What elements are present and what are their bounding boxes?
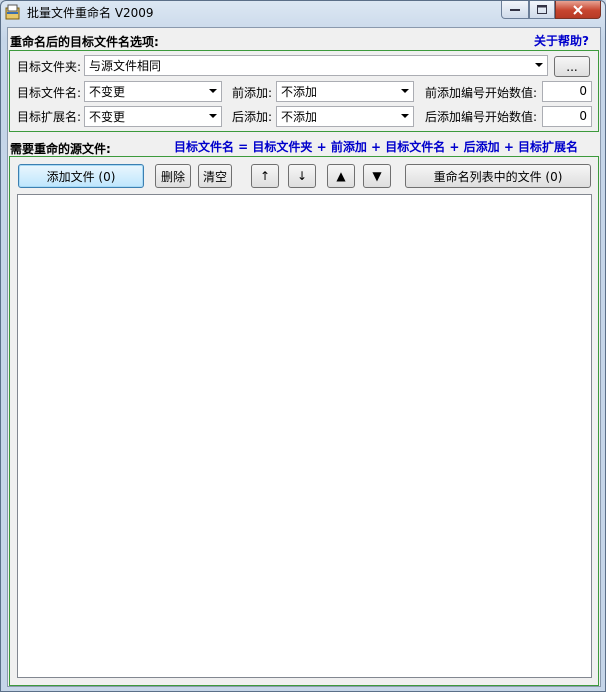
delete-button[interactable]: 删除 [155, 164, 191, 188]
window-title: 批量文件重命名 V2009 [27, 6, 154, 20]
target-folder-label: 目标文件夹: [17, 60, 82, 74]
target-name-value: 不变更 [89, 85, 126, 99]
triangle-up-icon: ▲ [336, 169, 346, 183]
close-icon [573, 4, 583, 15]
prefix-select[interactable]: 不添加 [276, 81, 414, 102]
client-area: 重命名后的目标文件名选项: 关于帮助? 目标文件夹: 与源文件相同 ... 目标… [7, 27, 601, 687]
clear-button[interactable]: 清空 [198, 164, 232, 188]
move-bottom-button[interactable]: ▼ [363, 164, 391, 188]
target-ext-select[interactable]: 不变更 [84, 106, 222, 127]
move-top-button[interactable]: ▲ [327, 164, 355, 188]
target-ext-value: 不变更 [89, 110, 126, 124]
suffix-select[interactable]: 不添加 [276, 106, 414, 127]
move-down-button[interactable]: ↓ [288, 164, 316, 188]
suffix-start-label: 后添加编号开始数值: [425, 110, 538, 124]
title-bar[interactable]: 批量文件重命名 V2009 [1, 1, 605, 25]
move-up-button[interactable]: ↑ [251, 164, 279, 188]
source-file-list[interactable] [17, 194, 592, 678]
browse-button-label: ... [566, 59, 578, 74]
target-folder-value: 与源文件相同 [89, 59, 162, 73]
options-group: 目标文件夹: 与源文件相同 ... 目标文件名: 不变更 前添加: 不添加 前添… [9, 50, 599, 132]
suffix-start-input[interactable]: 0 [542, 106, 592, 127]
arrow-down-icon: ↓ [296, 169, 308, 183]
source-group: 添加文件 (0) 删除 清空 ↑ ↓ ▲ ▼ 重命名列表中的文件 (0) [9, 156, 599, 686]
chevron-down-icon [209, 89, 217, 93]
browse-folder-button[interactable]: ... [554, 56, 590, 77]
chevron-down-icon [209, 114, 217, 118]
rename-files-label: 重命名列表中的文件 (0) [433, 169, 563, 184]
suffix-label: 后添加: [232, 110, 273, 124]
arrow-up-icon: ↑ [259, 169, 271, 183]
options-section-label: 重命名后的目标文件名选项: [10, 35, 159, 49]
target-ext-label: 目标扩展名: [17, 110, 82, 124]
target-name-label: 目标文件名: [17, 86, 82, 100]
rename-files-button[interactable]: 重命名列表中的文件 (0) [405, 164, 591, 188]
prefix-start-input[interactable]: 0 [542, 81, 592, 102]
add-files-button[interactable]: 添加文件 (0) [18, 164, 144, 188]
prefix-start-label: 前添加编号开始数值: [425, 86, 538, 100]
rename-formula: 目标文件名 = 目标文件夹 + 前添加 + 目标文件名 + 后添加 + 目标扩展… [174, 140, 579, 154]
prefix-value: 不添加 [281, 85, 318, 99]
help-link[interactable]: 关于帮助? [534, 32, 589, 49]
maximize-button[interactable] [529, 1, 555, 19]
minimize-icon [510, 8, 520, 11]
clear-label: 清空 [202, 169, 227, 184]
delete-label: 删除 [160, 169, 185, 184]
chevron-down-icon [401, 114, 409, 118]
suffix-value: 不添加 [281, 110, 318, 124]
chevron-down-icon [401, 89, 409, 93]
prefix-label: 前添加: [232, 86, 273, 100]
target-name-select[interactable]: 不变更 [84, 81, 222, 102]
app-icon [5, 4, 21, 20]
maximize-icon [537, 5, 547, 14]
triangle-down-icon: ▼ [372, 169, 382, 183]
add-files-label: 添加文件 (0) [46, 169, 116, 184]
chevron-down-icon [535, 63, 543, 67]
app-window: 批量文件重命名 V2009 重命名后的目标文件名选项: 关于帮助? 目标文件夹:… [0, 0, 606, 692]
close-button[interactable] [555, 1, 601, 19]
source-section-label: 需要重命的源文件: [10, 142, 111, 156]
target-folder-select[interactable]: 与源文件相同 [84, 55, 548, 76]
minimize-button[interactable] [501, 1, 529, 19]
